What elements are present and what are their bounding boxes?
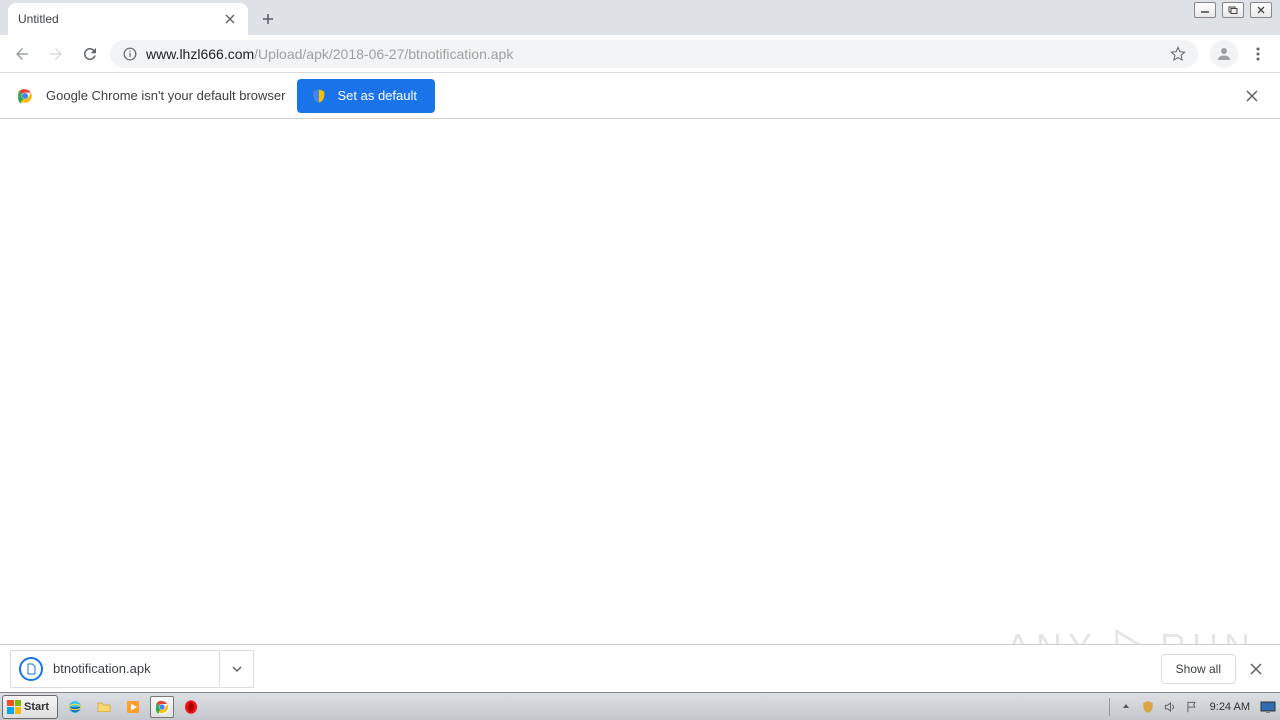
tray-security-icon[interactable] xyxy=(1140,699,1156,715)
set-default-button[interactable]: Set as default xyxy=(297,79,435,113)
taskbar-explorer-icon[interactable] xyxy=(92,696,116,718)
download-filename: btnotification.apk xyxy=(53,661,151,676)
close-tab-icon[interactable] xyxy=(222,11,238,27)
tab-title: Untitled xyxy=(18,12,222,26)
browser-toolbar: www.lhzl666.com/Upload/apk/2018-06-27/bt… xyxy=(0,35,1280,73)
taskbar-media-icon[interactable] xyxy=(121,696,145,718)
infobar-message: Google Chrome isn't your default browser xyxy=(46,88,285,103)
chrome-logo-icon xyxy=(16,87,34,105)
window-controls xyxy=(1194,2,1272,18)
download-shelf: btnotification.apk Show all xyxy=(0,644,1280,692)
forward-button xyxy=(42,40,70,68)
close-window-button[interactable] xyxy=(1250,2,1272,18)
default-browser-infobar: Google Chrome isn't your default browser… xyxy=(0,73,1280,119)
site-info-icon[interactable] xyxy=(122,46,138,62)
download-file-icon xyxy=(19,657,43,681)
download-shelf-close-icon[interactable] xyxy=(1242,655,1270,683)
taskbar-clock[interactable]: 9:24 AM xyxy=(1206,701,1254,713)
download-item[interactable]: btnotification.apk xyxy=(10,650,220,688)
tray-flag-icon[interactable] xyxy=(1184,699,1200,715)
show-all-downloads-button[interactable]: Show all xyxy=(1161,654,1236,684)
windows-flag-icon xyxy=(7,700,21,714)
download-options-button[interactable] xyxy=(220,650,254,688)
infobar-close-icon[interactable] xyxy=(1240,84,1264,108)
shield-icon xyxy=(311,88,327,104)
tray-expand-icon[interactable] xyxy=(1118,699,1134,715)
tab-strip: Untitled xyxy=(0,0,1280,35)
taskbar-chrome-icon[interactable] xyxy=(150,696,174,718)
new-tab-button[interactable] xyxy=(254,5,282,33)
browser-tab[interactable]: Untitled xyxy=(8,3,248,35)
start-label: Start xyxy=(24,701,49,713)
set-default-label: Set as default xyxy=(337,88,417,103)
back-button[interactable] xyxy=(8,40,36,68)
bookmark-star-icon[interactable] xyxy=(1170,46,1186,62)
profile-button[interactable] xyxy=(1210,40,1238,68)
minimize-button[interactable] xyxy=(1194,2,1216,18)
tray-volume-icon[interactable] xyxy=(1162,699,1178,715)
maximize-button[interactable] xyxy=(1222,2,1244,18)
url-text: www.lhzl666.com/Upload/apk/2018-06-27/bt… xyxy=(146,46,1162,62)
taskbar-ie-icon[interactable] xyxy=(63,696,87,718)
address-bar[interactable]: www.lhzl666.com/Upload/apk/2018-06-27/bt… xyxy=(110,40,1198,68)
start-button[interactable]: Start xyxy=(2,695,58,719)
taskbar-opera-icon[interactable] xyxy=(179,696,203,718)
system-tray: 9:24 AM xyxy=(1107,693,1280,720)
windows-taskbar: Start 9:24 AM xyxy=(0,692,1280,720)
reload-button[interactable] xyxy=(76,40,104,68)
tray-show-desktop-icon[interactable] xyxy=(1260,699,1276,715)
chrome-menu-button[interactable] xyxy=(1244,40,1272,68)
tray-divider xyxy=(1109,698,1110,716)
